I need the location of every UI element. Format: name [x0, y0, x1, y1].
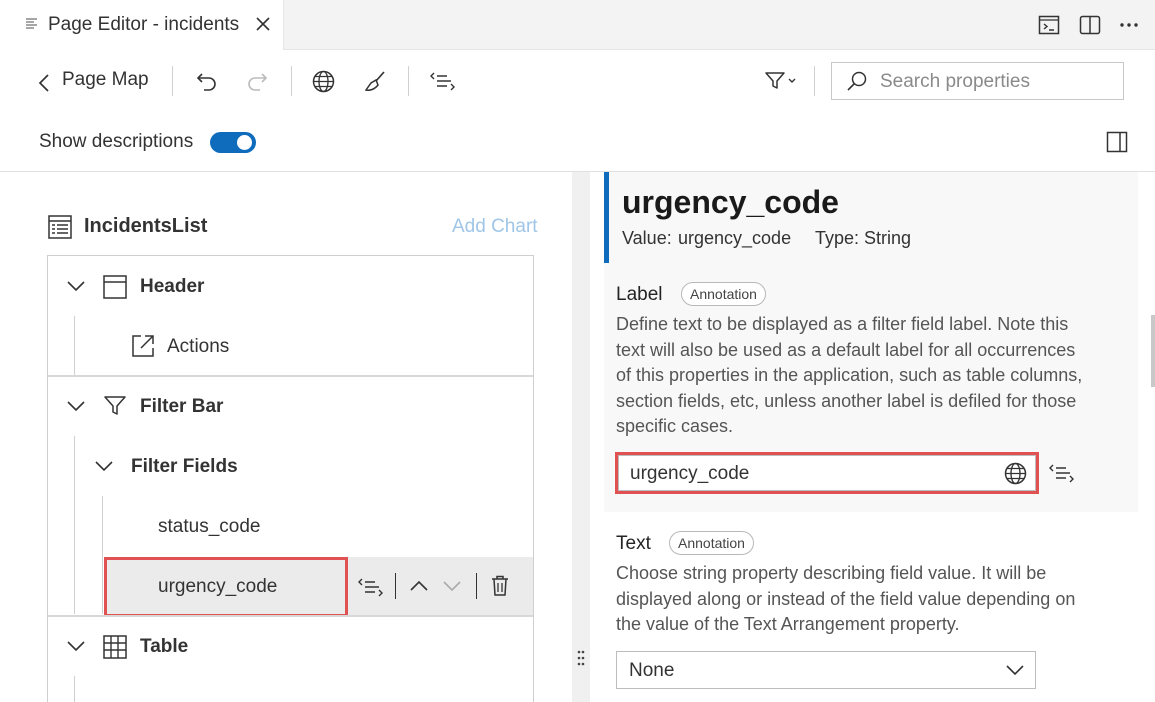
list-report-icon — [48, 215, 72, 239]
chevron-down-icon[interactable] — [66, 399, 86, 413]
page-title: IncidentsList — [84, 215, 208, 237]
tree-item-header[interactable]: Header — [140, 276, 204, 298]
scrollbar-thumb[interactable] — [1151, 315, 1155, 387]
chevron-down-icon[interactable] — [94, 459, 114, 473]
search-input[interactable]: Search properties — [831, 62, 1124, 100]
split-editor-icon[interactable] — [1079, 14, 1101, 36]
tree-guide — [74, 436, 75, 614]
text-description: Choose string property describing field … — [616, 563, 1076, 634]
expression-icon[interactable] — [357, 576, 385, 598]
tree-item-filter-fields[interactable]: Filter Fields — [131, 456, 238, 478]
move-up-icon[interactable] — [409, 579, 429, 593]
row-divider — [395, 573, 396, 599]
type-label: Type: — [815, 228, 860, 248]
filter-dropdown-icon[interactable] — [764, 70, 800, 92]
toolbar-divider — [172, 66, 173, 96]
property-type: String — [864, 228, 912, 248]
annotation-badge: Annotation — [669, 531, 754, 555]
globe-icon[interactable] — [312, 70, 335, 93]
toggle-knob — [237, 135, 252, 150]
highlight-box — [615, 452, 1039, 494]
add-chart-link: Add Chart — [452, 216, 538, 237]
tree-item-table[interactable]: Table — [140, 636, 188, 658]
editor-tab[interactable]: Page Editor - incidents — [0, 0, 284, 50]
toolbar-divider — [291, 66, 292, 96]
tab-bar: Page Editor - incidents — [0, 0, 1155, 50]
delete-icon[interactable] — [491, 575, 509, 596]
header-icon — [103, 275, 127, 299]
expression-icon[interactable] — [1048, 462, 1076, 484]
terminal-icon[interactable] — [1038, 14, 1060, 36]
label-description: Define text to be displayed as a filter … — [616, 314, 1083, 436]
search-icon — [846, 71, 868, 93]
external-link-icon — [131, 334, 155, 358]
toolbar-divider — [408, 66, 409, 96]
show-descriptions-toggle[interactable] — [210, 132, 256, 153]
broom-icon[interactable] — [364, 70, 386, 92]
tree-guide — [74, 316, 75, 375]
property-title: urgency_code — [622, 184, 839, 220]
text-select[interactable]: None — [616, 651, 1036, 689]
tree-guide — [102, 496, 103, 614]
chevron-down-icon — [1005, 664, 1025, 676]
filter-icon — [104, 395, 126, 417]
search-placeholder: Search properties — [880, 71, 1030, 92]
text-select-value: None — [629, 660, 675, 681]
panel-layout-icon[interactable] — [1106, 131, 1128, 153]
close-icon[interactable] — [255, 16, 271, 32]
redo-icon — [246, 70, 268, 92]
tree-item-filter-bar[interactable]: Filter Bar — [140, 396, 223, 418]
row-divider — [476, 573, 477, 599]
text-section-title: Text — [616, 533, 651, 554]
expression-icon[interactable] — [429, 70, 457, 92]
undo-icon[interactable] — [196, 70, 218, 92]
tree-item-urgency-code[interactable]: urgency_code — [158, 576, 277, 598]
tree-guide — [74, 676, 75, 702]
tab-title: Page Editor - incidents — [48, 14, 240, 35]
show-descriptions-label: Show descriptions — [39, 131, 194, 152]
lines-icon — [25, 17, 39, 31]
page-map-link[interactable]: Page Map — [62, 69, 149, 91]
more-icon[interactable] — [1118, 14, 1140, 36]
move-down-icon — [442, 579, 462, 593]
annotation-badge: Annotation — [681, 282, 766, 306]
accent-bar — [604, 172, 609, 263]
label-section-title: Label — [616, 284, 663, 305]
tree-item-status-code[interactable]: status_code — [158, 516, 260, 538]
drag-handle-icon[interactable] — [577, 650, 585, 666]
value-label: Value: — [622, 228, 672, 248]
chevron-down-icon[interactable] — [66, 639, 86, 653]
back-chevron-icon[interactable] — [38, 73, 50, 93]
tree-item-actions[interactable]: Actions — [167, 336, 229, 358]
property-value: urgency_code — [678, 228, 792, 248]
toolbar-divider — [814, 66, 815, 96]
panel-splitter[interactable] — [572, 172, 590, 702]
table-icon — [103, 635, 127, 659]
chevron-down-icon[interactable] — [66, 279, 86, 293]
section-divider — [48, 615, 533, 617]
section-divider — [48, 375, 533, 377]
